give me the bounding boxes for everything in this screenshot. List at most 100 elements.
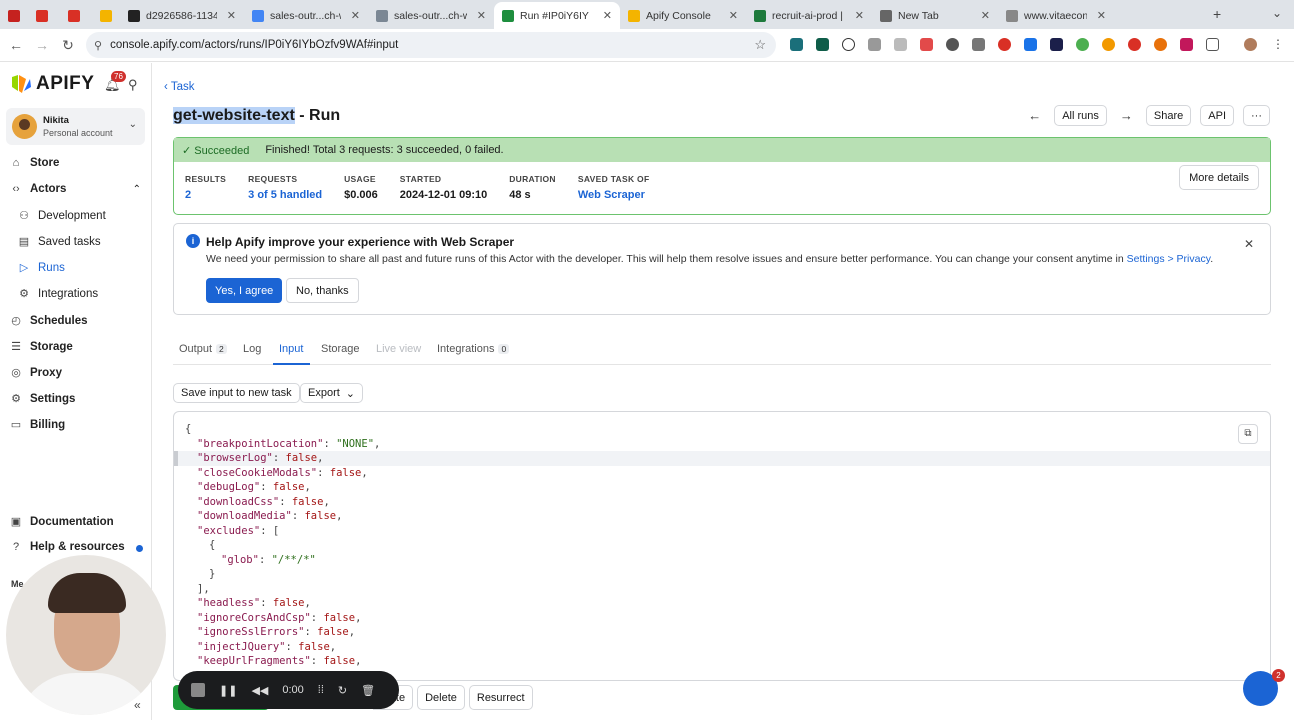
browser-tab[interactable]: sales-outr...ch-wo ✕ <box>368 2 494 29</box>
stat-value[interactable]: 2 <box>185 189 226 201</box>
search-icon[interactable]: ⚲ <box>128 77 138 93</box>
stop-recording-icon[interactable] <box>191 683 205 697</box>
profile-avatar-icon[interactable] <box>1244 38 1257 51</box>
sidebar-item-billing[interactable]: ▭ Billing <box>10 418 145 432</box>
code-comma: , <box>317 452 324 464</box>
url-field[interactable]: ⚲ console.apify.com/actors/runs/IP0iY6IY… <box>86 32 776 58</box>
sidebar-item-integrations[interactable]: ⚙ Integrations <box>18 287 153 301</box>
resurrect-button[interactable]: Resurrect <box>468 685 533 710</box>
browser-tab[interactable]: www.vitaeconseil ✕ <box>998 2 1114 29</box>
browser-tab[interactable]: recruit-ai-prod | R ✕ <box>746 2 872 29</box>
extension-icon[interactable] <box>972 38 985 51</box>
sidebar-item-runs[interactable]: ▷ Runs <box>18 261 153 275</box>
rewind-icon[interactable]: ◀◀ <box>251 684 268 697</box>
more-details-button[interactable]: More details <box>1179 165 1259 190</box>
close-tab-icon[interactable]: ✕ <box>477 9 486 22</box>
stat-label: RESULTS <box>185 174 227 184</box>
trash-icon[interactable]: 🗑︎ <box>361 684 375 697</box>
close-tab-icon[interactable]: ✕ <box>729 9 738 22</box>
browser-tab[interactable] <box>92 2 120 29</box>
tab-search-icon[interactable]: ⌄ <box>1272 6 1282 20</box>
forward-arrow-icon[interactable]: → <box>29 37 55 53</box>
input-json-editor[interactable]: ⧉ {"breakpointLocation": "NONE", "browser… <box>173 411 1271 681</box>
share-button[interactable]: Share <box>1145 105 1192 126</box>
tab-output[interactable]: Output 2 <box>179 343 227 355</box>
site-info-icon[interactable]: ⚲ <box>94 39 102 52</box>
browser-tab[interactable] <box>0 2 28 29</box>
tab-storage[interactable]: Storage <box>321 343 360 355</box>
close-tab-icon[interactable]: ✕ <box>1097 9 1106 22</box>
extension-icon[interactable] <box>816 38 829 51</box>
extension-icon[interactable] <box>1050 38 1063 51</box>
more-options-button[interactable]: ··· <box>1243 105 1270 126</box>
settings-privacy-link[interactable]: Settings > Privacy <box>1127 253 1211 265</box>
browser-tab[interactable]: sales-outr...ch-wo ✕ <box>244 2 368 29</box>
grid-icon[interactable]: ⁞⁞ <box>318 684 324 696</box>
extension-icon[interactable] <box>1076 38 1089 51</box>
next-run-arrow-icon[interactable]: → <box>1116 108 1137 123</box>
address-bar: ← → ↻ ⚲ console.apify.com/actors/runs/IP… <box>0 29 1294 62</box>
close-tab-icon[interactable]: ✕ <box>227 9 236 22</box>
decline-button[interactable]: No, thanks <box>286 278 359 303</box>
extension-icon[interactable] <box>1128 38 1141 51</box>
code-punctuation: ], <box>197 582 210 595</box>
tab-log[interactable]: Log <box>243 343 261 355</box>
stat-value[interactable]: 3 of 5 handled <box>248 189 322 201</box>
export-dropdown[interactable]: Export ⌄ <box>300 383 364 403</box>
extension-icon[interactable] <box>998 38 1011 51</box>
close-icon[interactable]: ✕ <box>1244 237 1254 251</box>
browser-tab[interactable]: Run #IP0iY6IY ✕ <box>494 2 620 29</box>
sidebar-item-development[interactable]: ⚇ Development <box>18 209 153 223</box>
sidebar-item-store[interactable]: ⌂ Store <box>10 157 145 169</box>
extension-icon[interactable] <box>790 38 803 51</box>
sidebar-item-proxy[interactable]: ◎ Proxy <box>10 366 145 380</box>
puzzle-extensions-icon[interactable] <box>1206 38 1219 51</box>
extension-icon[interactable] <box>842 38 855 51</box>
tab-input[interactable]: Input <box>279 343 303 355</box>
browser-tab[interactable]: Apify Console ✕ <box>620 2 746 29</box>
account-switcher[interactable]: Nikita Personal account ⌄ <box>6 108 145 145</box>
sidebar-item-saved-tasks[interactable]: ▤ Saved tasks <box>18 235 153 249</box>
bookmark-star-icon[interactable]: ☆ <box>754 37 766 53</box>
extension-icon[interactable] <box>894 38 907 51</box>
apify-logo[interactable]: APIFY <box>10 73 94 95</box>
all-runs-button[interactable]: All runs <box>1054 105 1107 126</box>
sidebar-item-schedules[interactable]: ◴ Schedules <box>10 314 145 328</box>
previous-run-arrow-icon[interactable]: ← <box>1024 108 1045 123</box>
sidebar-item-settings[interactable]: ⚙ Settings <box>10 392 145 406</box>
extension-icon[interactable] <box>1024 38 1037 51</box>
restart-icon[interactable]: ↻ <box>338 684 347 697</box>
api-button[interactable]: API <box>1200 105 1234 126</box>
browser-tab[interactable]: New Tab ✕ <box>872 2 998 29</box>
code-icon: ‹› <box>12 183 20 195</box>
kebab-menu-icon[interactable]: ⋮ <box>1272 37 1284 51</box>
new-tab-plus-icon[interactable]: + <box>1213 6 1221 22</box>
browser-tab[interactable] <box>28 2 60 29</box>
tab-integrations[interactable]: Integrations 0 <box>437 343 510 355</box>
sidebar-item-documentation[interactable]: ▣ Documentation <box>10 515 145 529</box>
stat-value[interactable]: Web Scraper <box>578 189 650 201</box>
extension-icon[interactable] <box>1102 38 1115 51</box>
back-arrow-icon[interactable]: ← <box>3 37 29 53</box>
pause-icon[interactable]: ❚❚ <box>219 684 237 697</box>
sidebar-item-storage[interactable]: ☰ Storage <box>10 340 145 354</box>
sidebar-item-actors[interactable]: ‹› Actors ⌃ <box>10 183 145 195</box>
close-tab-icon[interactable]: ✕ <box>855 9 864 22</box>
extension-icon[interactable] <box>946 38 959 51</box>
browser-tab[interactable]: d2926586-1134-4 ✕ <box>120 2 244 29</box>
extension-icon[interactable] <box>920 38 933 51</box>
extension-icon[interactable] <box>1180 38 1193 51</box>
browser-tab[interactable] <box>60 2 92 29</box>
close-tab-icon[interactable]: ✕ <box>603 9 612 22</box>
close-tab-icon[interactable]: ✕ <box>351 9 360 22</box>
close-tab-icon[interactable]: ✕ <box>981 9 990 22</box>
reload-icon[interactable]: ↻ <box>55 37 81 54</box>
code-colon: : <box>310 655 324 667</box>
back-to-task-link[interactable]: ‹ Task <box>164 81 194 93</box>
camera-extension-icon[interactable] <box>868 38 881 51</box>
delete-button[interactable]: Delete <box>417 685 465 710</box>
sidebar-item-help-resources[interactable]: ? Help & resources <box>10 541 145 553</box>
save-input-button[interactable]: Save input to new task <box>173 383 300 403</box>
agree-button[interactable]: Yes, I agree <box>206 278 283 303</box>
extension-icon[interactable] <box>1154 38 1167 51</box>
